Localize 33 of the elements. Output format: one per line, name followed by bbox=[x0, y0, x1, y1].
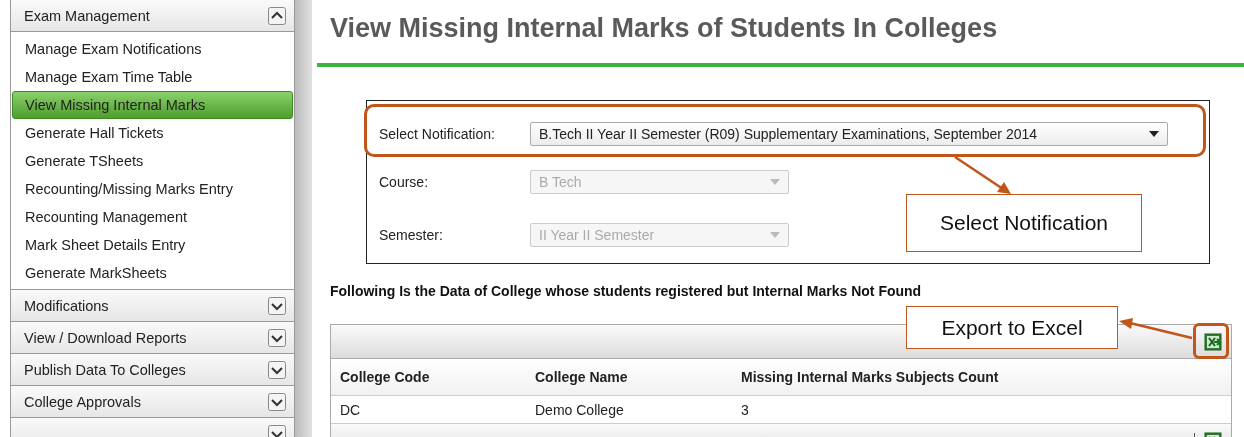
section-header[interactable]: Modifications bbox=[11, 290, 294, 322]
section-title: Modifications bbox=[24, 297, 109, 314]
nav-item[interactable]: Generate MarkSheets bbox=[12, 259, 293, 287]
nav-item[interactable]: Generate Hall Tickets bbox=[12, 119, 293, 147]
dropdown[interactable]: B.Tech II Year II Semester (R09) Supplementary Examinations, September 2014 bbox=[530, 122, 1168, 146]
field-label: Semester: bbox=[379, 226, 444, 243]
section-title: College Approvals bbox=[24, 393, 141, 410]
page-title: View Missing Internal Marks of Students In Colleges bbox=[330, 12, 999, 45]
column-header: College Code bbox=[339, 369, 431, 385]
section-header[interactable]: College Approvals bbox=[11, 386, 294, 418]
table-cell-text: DC bbox=[339, 401, 362, 418]
column-header: College Name bbox=[534, 369, 629, 385]
section-title: Publish Data To Colleges bbox=[24, 361, 186, 378]
section-title: Exam Management bbox=[24, 7, 150, 24]
section-header[interactable]: Publish Data To Colleges bbox=[11, 354, 294, 386]
section-header[interactable]: View / Download Reports bbox=[11, 322, 294, 354]
nav-item[interactable]: Manage Exam Time Table bbox=[12, 63, 293, 91]
nav-item[interactable]: Manage Exam Notifications bbox=[12, 35, 293, 63]
section-header[interactable]: Exam Management bbox=[11, 0, 294, 32]
section-title: View / Download Reports bbox=[24, 329, 187, 346]
nav-item[interactable]: Generate TSheets bbox=[12, 147, 293, 175]
field-label: Select Notification: bbox=[379, 126, 496, 142]
table-cell-text: Demo College bbox=[534, 401, 625, 418]
nav-item[interactable]: View Missing Internal Marks bbox=[12, 91, 293, 119]
nav-item[interactable]: Recounting/Missing Marks Entry bbox=[12, 175, 293, 203]
callout-label: Export to Excel bbox=[906, 306, 1118, 349]
table-cell-text: 3 bbox=[740, 401, 749, 418]
section-heading: Following Is the Data of College whose students registered but Internal Marks Not Found bbox=[330, 283, 923, 301]
nav-item[interactable]: Recounting Management bbox=[12, 203, 293, 231]
column-header: Missing Internal Marks Subjects Count bbox=[740, 369, 999, 385]
field-label: Course: bbox=[379, 173, 430, 190]
nav-item[interactable]: Mark Sheet Details Entry bbox=[12, 231, 293, 259]
callout-label: Select Notification bbox=[906, 194, 1142, 252]
